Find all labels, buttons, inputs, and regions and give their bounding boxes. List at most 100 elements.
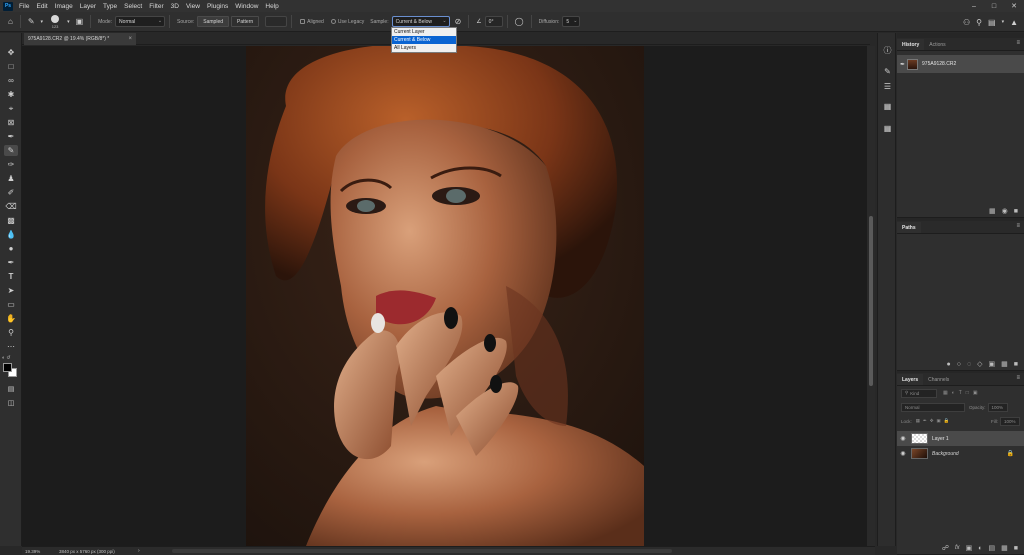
marquee-tool-icon[interactable]: □	[4, 61, 18, 72]
tab-layers[interactable]: Layers	[897, 374, 924, 385]
new-document-from-state-icon[interactable]: ▦	[989, 207, 996, 215]
magic-wand-tool-icon[interactable]: ✱	[4, 89, 18, 100]
zoom-tool-icon[interactable]: ⚲	[4, 327, 18, 338]
filter-type-icons[interactable]: ▦◐T□▣	[943, 390, 982, 396]
menu-file[interactable]: File	[19, 3, 29, 10]
layer-filter-select[interactable]: ⚲ Kind	[901, 388, 937, 398]
minimize-icon[interactable]: –	[964, 0, 984, 12]
menu-3d[interactable]: 3D	[171, 3, 179, 10]
gradient-tool-icon[interactable]: ▩	[4, 215, 18, 226]
stroke-path-icon[interactable]: ○	[957, 361, 961, 368]
path-selection-tool-icon[interactable]: ➤	[4, 285, 18, 296]
brush-settings-icon[interactable]: ▣	[76, 17, 84, 26]
make-work-path-icon[interactable]: ◇	[977, 360, 982, 368]
menu-view[interactable]: View	[186, 3, 200, 10]
panel-menu-icon[interactable]: ≡	[1016, 40, 1020, 46]
pattern-picker[interactable]	[265, 16, 288, 27]
menu-help[interactable]: Help	[265, 3, 278, 10]
crop-tool-icon[interactable]: ⌖	[4, 103, 18, 114]
more-tools-icon[interactable]: ⋯	[4, 341, 18, 352]
group-icon[interactable]: ▤	[989, 544, 996, 552]
add-mask-icon[interactable]: ▣	[989, 360, 996, 368]
trash-icon[interactable]: ■	[1014, 208, 1018, 215]
rectangle-tool-icon[interactable]: ▭	[4, 299, 18, 310]
blend-mode-select[interactable]: Normal	[901, 402, 965, 412]
mode-select[interactable]: Normal ⌄	[115, 16, 166, 27]
blur-tool-icon[interactable]: 💧	[4, 229, 18, 240]
frame-tool-icon[interactable]: ⊠	[4, 117, 18, 128]
properties-icon[interactable]: ▦	[882, 101, 893, 112]
lasso-tool-icon[interactable]: ∞	[4, 75, 18, 86]
visibility-eye-icon[interactable]: ◉	[897, 435, 909, 442]
menu-image[interactable]: Image	[55, 3, 73, 10]
history-brush-source-icon[interactable]: ✒	[900, 61, 905, 68]
portrait-photo[interactable]	[246, 46, 644, 546]
tab-actions[interactable]: Actions	[924, 39, 950, 50]
type-tool-icon[interactable]: T	[4, 271, 18, 282]
option-current-layer[interactable]: Current Layer	[392, 28, 456, 36]
clone-stamp-tool-icon[interactable]: ♟	[4, 173, 18, 184]
brush-settings-icon[interactable]: ✎	[882, 66, 893, 77]
screen-mode-icon[interactable]: ◫	[4, 397, 18, 408]
angle-input[interactable]: 0°	[484, 16, 503, 27]
option-all-layers[interactable]: All Layers	[392, 44, 456, 52]
vertical-scroll-thumb[interactable]	[869, 216, 873, 386]
use-legacy-checkbox[interactable]	[330, 19, 336, 24]
layer-row-layer-1[interactable]: ◉ Layer 1	[897, 431, 1024, 446]
chevron-down-icon[interactable]: ▾	[41, 19, 44, 25]
eraser-tool-icon[interactable]: ⌫	[4, 201, 18, 212]
close-icon[interactable]: ✕	[1004, 0, 1024, 12]
home-icon[interactable]: ⌂	[8, 17, 13, 26]
chevron-down-icon[interactable]: ▾	[1002, 19, 1005, 25]
hand-tool-icon[interactable]: ✋	[4, 313, 18, 324]
link-layers-icon[interactable]: ☍	[942, 544, 949, 552]
history-snapshot[interactable]: ✒ 975A9128.CR2	[897, 55, 1024, 73]
tab-history[interactable]: History	[897, 39, 925, 50]
lock-icons[interactable]: ▦✒✥▣🔒	[916, 418, 953, 424]
trash-icon[interactable]: ■	[1014, 545, 1018, 552]
adjustments-icon[interactable]: ☰	[882, 81, 893, 92]
healing-brush-tool-icon[interactable]: ✎	[4, 145, 18, 156]
move-tool-icon[interactable]: ✥	[4, 47, 18, 58]
visibility-eye-icon[interactable]: ◉	[897, 450, 909, 457]
menu-select[interactable]: Select	[124, 3, 142, 10]
share-icon[interactable]: ⚇	[963, 18, 970, 27]
document-tab[interactable]: 975A9128.CR2 @ 19.4% (RGB/8*) * ×	[24, 33, 136, 45]
3d-icon[interactable]: ▦	[882, 123, 893, 134]
tab-channels[interactable]: Channels	[923, 374, 954, 385]
eyedropper-tool-icon[interactable]: ✒	[4, 131, 18, 142]
close-tab-icon[interactable]: ×	[128, 36, 132, 42]
healing-brush-preset-icon[interactable]: ✎	[28, 17, 35, 26]
load-selection-icon[interactable]: ◌	[967, 361, 971, 368]
ignore-adjustment-layers-icon[interactable]: ⊘	[455, 17, 462, 26]
menu-filter[interactable]: Filter	[149, 3, 163, 10]
aligned-checkbox[interactable]	[300, 19, 306, 24]
info-icon[interactable]: ⓘ	[882, 45, 893, 56]
chevron-right-icon[interactable]: ›	[138, 548, 140, 554]
menu-plugins[interactable]: Plugins	[207, 3, 228, 10]
diffusion-select[interactable]: 5 ⌄	[562, 16, 581, 27]
pattern-button[interactable]: Pattern	[231, 16, 260, 27]
search-icon[interactable]: ⚲	[976, 18, 982, 27]
opacity-input[interactable]: 100%	[987, 402, 1008, 412]
canvas-area[interactable]	[22, 46, 867, 546]
quick-mask-icon[interactable]: ▤	[4, 383, 18, 394]
fill-input[interactable]: 100%	[1000, 416, 1020, 426]
menu-type[interactable]: Type	[103, 3, 117, 10]
new-layer-icon[interactable]: ▦	[1001, 544, 1008, 552]
sample-select[interactable]: Current & Below ⌄	[391, 16, 450, 27]
camera-icon[interactable]: ◉	[1002, 207, 1008, 215]
maximize-icon[interactable]: □	[984, 0, 1004, 12]
pen-tool-icon[interactable]: ✒	[4, 257, 18, 268]
history-brush-tool-icon[interactable]: ✐	[4, 187, 18, 198]
vertical-scrollbar[interactable]	[867, 46, 875, 546]
add-mask-icon[interactable]: ▣	[966, 544, 973, 552]
fill-path-icon[interactable]: ●	[946, 361, 950, 368]
horizontal-scrollbar[interactable]	[172, 549, 672, 553]
layer-style-icon[interactable]: fx	[955, 545, 960, 551]
share-document-icon[interactable]: ▲	[1010, 18, 1018, 27]
chevron-down-icon[interactable]: ▾	[67, 19, 70, 25]
sampled-button[interactable]: Sampled	[197, 16, 230, 27]
swap-colors-icon[interactable]: ◐ ↺	[2, 355, 20, 361]
zoom-level[interactable]: 19.39%	[25, 549, 55, 554]
